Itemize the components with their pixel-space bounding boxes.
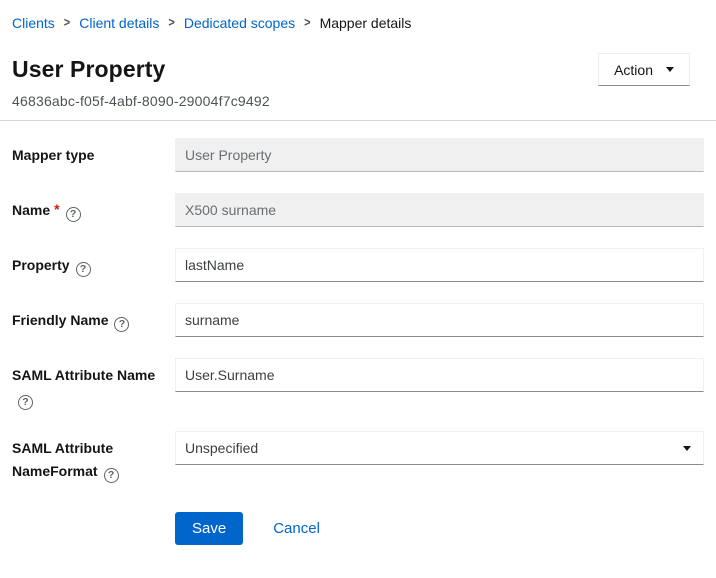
caret-down-icon [666, 67, 674, 72]
form-row-property: Property? [12, 248, 704, 282]
field-label-mapper-type: Mapper type [12, 138, 175, 167]
friendly-name-input[interactable] [175, 303, 704, 337]
section-divider [0, 120, 716, 121]
action-dropdown-label: Action [614, 62, 653, 78]
breadcrumb-separator-icon: > [64, 13, 70, 34]
question-circle-icon[interactable]: ? [18, 395, 33, 410]
field-label-text: Name [12, 202, 50, 218]
breadcrumb-item-mapper-details: Mapper details [320, 14, 412, 32]
question-circle-icon[interactable]: ? [114, 317, 129, 332]
form-actions: Save Cancel [12, 512, 704, 545]
question-circle-icon[interactable]: ? [76, 262, 91, 277]
saml-attribute-nameformat-select[interactable]: Unspecified [175, 431, 704, 465]
breadcrumb-item-clients[interactable]: Clients [12, 14, 55, 32]
name-input [175, 193, 704, 227]
form-row-saml-attribute-name: SAML Attribute Name? [12, 358, 704, 410]
breadcrumb-item-dedicated-scopes[interactable]: Dedicated scopes [184, 14, 295, 32]
field-label-text: Property [12, 257, 70, 273]
field-label-text: SAML Attribute NameFormat [12, 440, 113, 479]
field-label-friendly-name: Friendly Name? [12, 303, 175, 332]
field-label-saml-attribute-name: SAML Attribute Name? [12, 358, 175, 410]
page-header: User Property Action 46836abc-f05f-4abf-… [12, 56, 704, 109]
field-label-text: Mapper type [12, 147, 94, 163]
caret-down-icon [683, 446, 691, 451]
mapper-id: 46836abc-f05f-4abf-8090-29004f7c9492 [12, 93, 704, 109]
form-rows: Mapper typeName*?Property?Friendly Name?… [12, 138, 704, 483]
action-dropdown-button[interactable]: Action [598, 53, 690, 86]
property-input[interactable] [175, 248, 704, 282]
saml-attribute-name-input[interactable] [175, 358, 704, 392]
field-label-text: SAML Attribute Name [12, 367, 155, 383]
form-row-mapper-type: Mapper type [12, 138, 704, 172]
field-label-property: Property? [12, 248, 175, 277]
breadcrumb-separator-icon: > [304, 13, 310, 34]
form-row-name: Name*? [12, 193, 704, 227]
breadcrumb-item-client-details[interactable]: Client details [79, 14, 159, 32]
field-label-saml-attribute-nameformat: SAML Attribute NameFormat? [12, 431, 175, 483]
breadcrumb-separator-icon: > [168, 13, 174, 34]
page-title: User Property [12, 56, 165, 82]
mapper-type-input [175, 138, 704, 172]
mapper-form: Mapper typeName*?Property?Friendly Name?… [12, 138, 704, 545]
field-label-name: Name*? [12, 193, 175, 222]
breadcrumb: Clients > Client details > Dedicated scopes >… [12, 14, 704, 32]
field-label-text: Friendly Name [12, 312, 108, 328]
question-circle-icon[interactable]: ? [66, 207, 81, 222]
cancel-link[interactable]: Cancel [273, 520, 320, 537]
form-row-saml-attribute-nameformat: SAML Attribute NameFormat? Unspecified [12, 431, 704, 483]
required-asterisk: * [54, 201, 59, 217]
save-button[interactable]: Save [175, 512, 243, 545]
form-row-friendly-name: Friendly Name? [12, 303, 704, 337]
saml-attribute-nameformat-selected-value: Unspecified [185, 440, 258, 456]
question-circle-icon[interactable]: ? [104, 468, 119, 483]
